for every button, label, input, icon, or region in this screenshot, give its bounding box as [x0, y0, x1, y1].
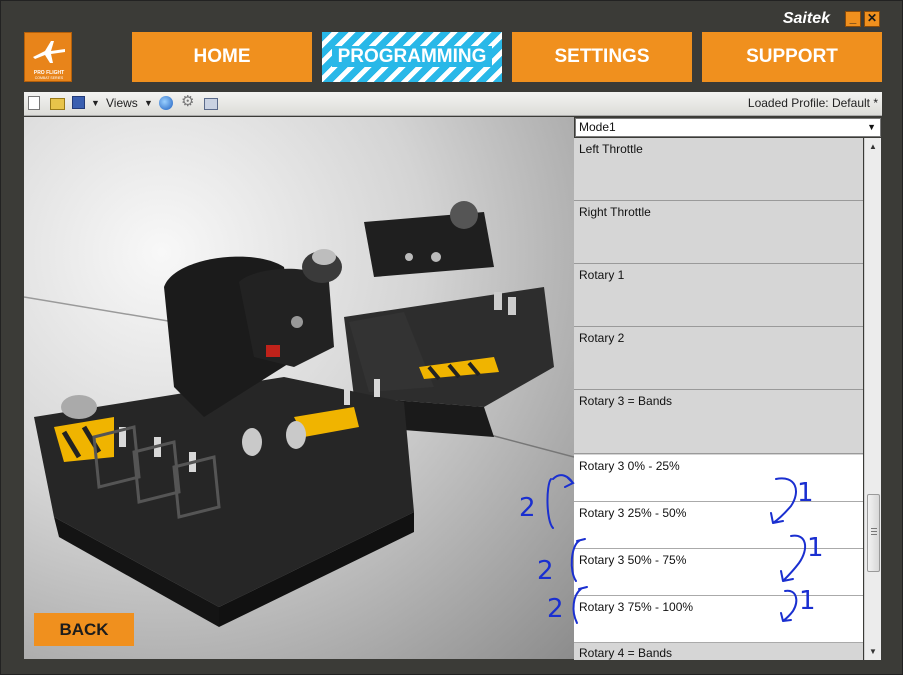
saitek-brand: Saitek	[782, 10, 830, 27]
control-list[interactable]: Left Throttle Right Throttle Rotary 1 Ro…	[574, 138, 863, 660]
chevron-down-icon: ▼	[867, 122, 876, 132]
list-item-rotary-2[interactable]: Rotary 2	[574, 327, 863, 390]
list-item-rotary-3-band-4[interactable]: Rotary 3 75% - 100%	[574, 596, 863, 643]
views-dropdown-icon[interactable]: ▼	[144, 96, 153, 111]
list-item-rotary-3-bands[interactable]: Rotary 3 = Bands	[574, 390, 863, 454]
mode-select-value: Mode1	[579, 120, 616, 134]
list-item-right-throttle[interactable]: Right Throttle	[574, 201, 863, 264]
list-item-rotary-3-band-1[interactable]: Rotary 3 0% - 25%	[574, 455, 863, 502]
list-item-rotary-3-band-3[interactable]: Rotary 3 50% - 75%	[574, 549, 863, 596]
nav-programming-label: PROGRAMMING	[331, 46, 493, 67]
minimize-button[interactable]: _	[845, 11, 861, 27]
scrollbar-thumb[interactable]	[867, 494, 880, 572]
list-item-rotary-3-band-2[interactable]: Rotary 3 25% - 50%	[574, 502, 863, 549]
open-folder-icon[interactable]	[50, 98, 65, 110]
print-icon[interactable]	[204, 98, 218, 110]
throttle-render	[24, 201, 574, 627]
app-window: Saitek _ ✕ PRO FLIGHT COMBAT SERIES HOME…	[0, 0, 903, 675]
globe-icon[interactable]	[159, 96, 173, 110]
hotas-3d-view[interactable]	[24, 117, 574, 659]
nav-settings-button[interactable]: SETTINGS	[512, 32, 692, 82]
grip-line	[871, 531, 877, 532]
pro-flight-logo: PRO FLIGHT COMBAT SERIES	[24, 32, 72, 82]
back-button[interactable]: BACK	[34, 613, 134, 646]
nav-programming-button[interactable]: PROGRAMMING	[322, 32, 502, 82]
toolbar: ▼ Views ▼ ⚙ Loaded Profile: Default *	[24, 92, 882, 116]
nav-home-button[interactable]: HOME	[132, 32, 312, 82]
views-menu[interactable]: Views	[106, 96, 138, 111]
scroll-up-icon[interactable]: ▲	[865, 138, 881, 155]
mode-select[interactable]: Mode1 ▼	[575, 118, 881, 137]
new-file-icon[interactable]	[28, 96, 40, 110]
save-dropdown-icon[interactable]: ▼	[91, 96, 100, 111]
logo-subtitle: COMBAT SERIES	[34, 76, 64, 80]
scroll-down-icon[interactable]: ▼	[865, 643, 881, 660]
close-button[interactable]: ✕	[864, 11, 880, 27]
gear-icon[interactable]: ⚙	[181, 94, 194, 109]
vertical-scrollbar[interactable]: ▲ ▼	[864, 138, 881, 660]
list-item-rotary-1[interactable]: Rotary 1	[574, 264, 863, 327]
list-item-left-throttle[interactable]: Left Throttle	[574, 138, 863, 201]
jet-icon	[33, 41, 65, 63]
loaded-profile-status: Loaded Profile: Default *	[747, 96, 878, 110]
save-icon[interactable]	[72, 96, 85, 109]
list-item-rotary-4-bands[interactable]: Rotary 4 = Bands	[574, 643, 863, 660]
nav-support-button[interactable]: SUPPORT	[702, 32, 882, 82]
